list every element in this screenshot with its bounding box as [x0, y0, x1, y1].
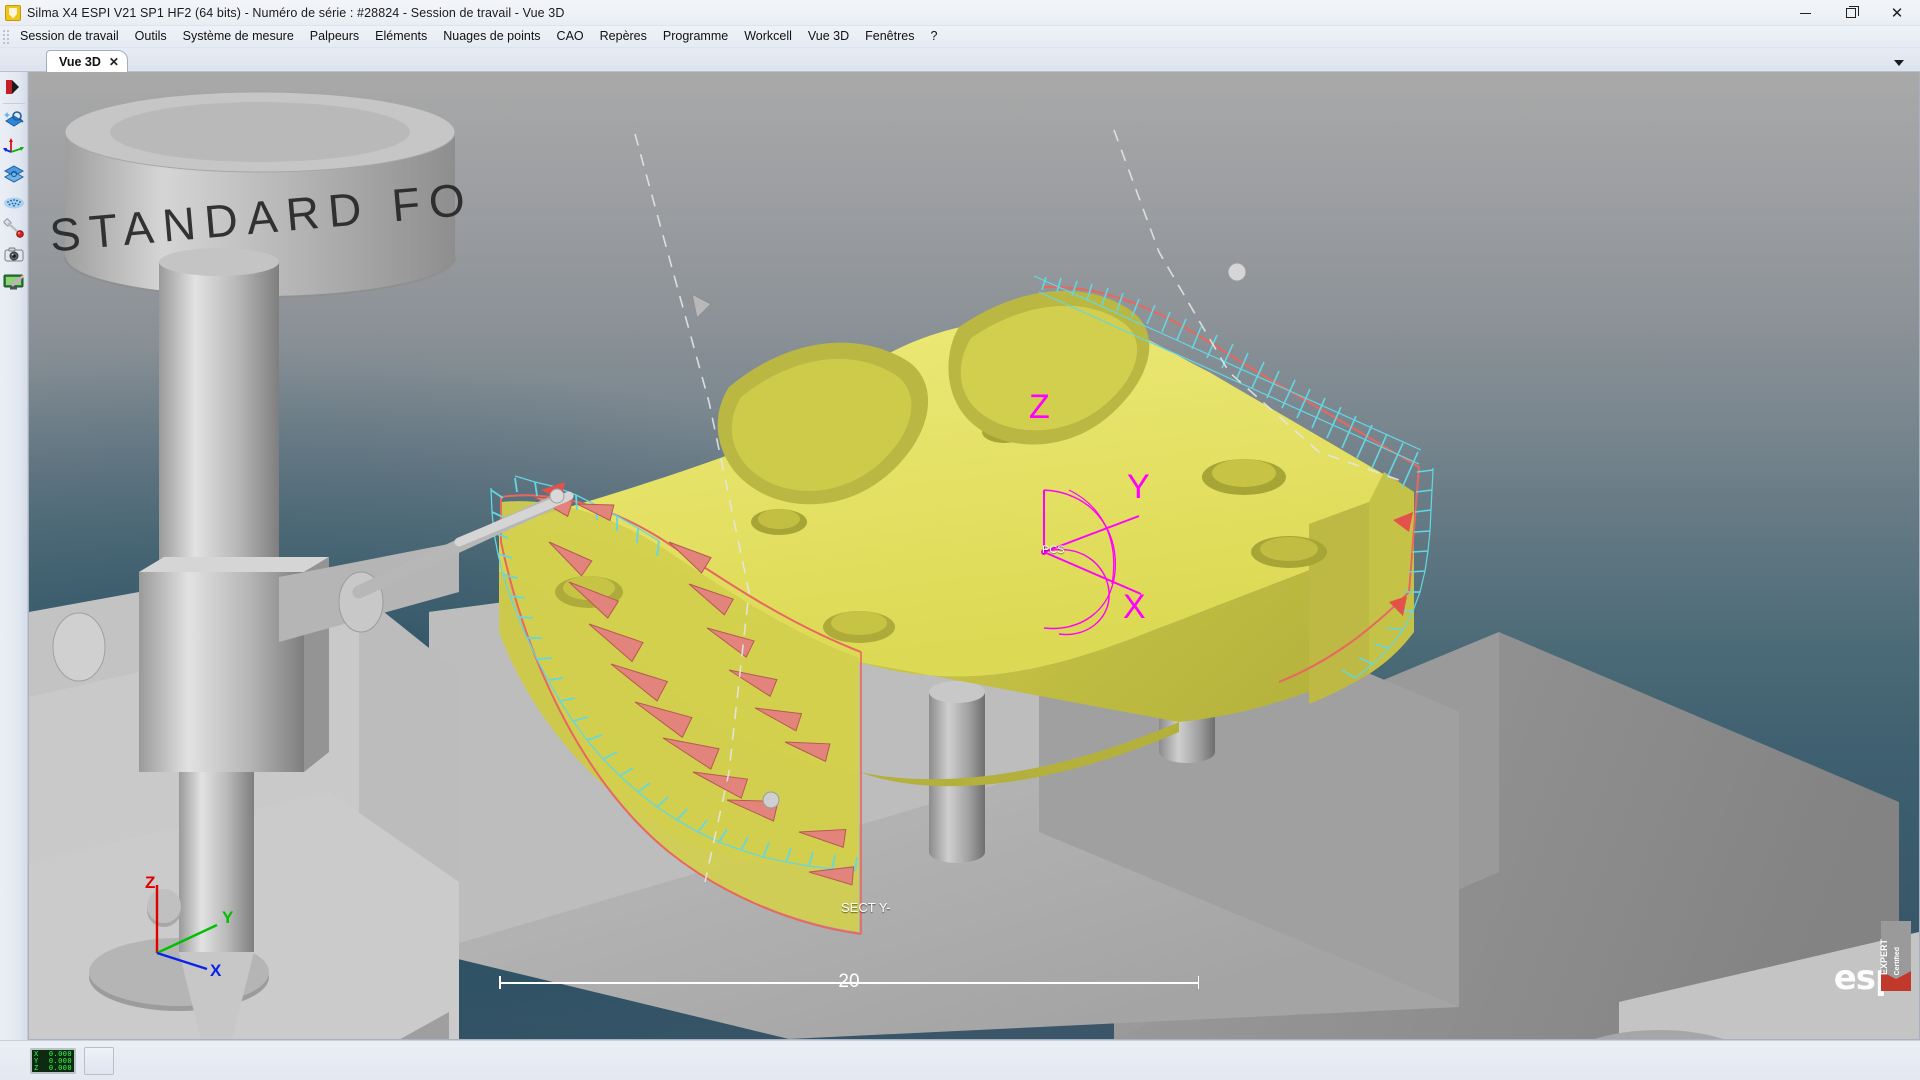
- probe-button[interactable]: [1, 215, 27, 241]
- menu-bar: Session de travail Outils Système de mes…: [0, 26, 1920, 48]
- menu-drag-grip[interactable]: [2, 28, 10, 45]
- minimize-icon: [1799, 12, 1811, 14]
- scale-bar: 20: [499, 971, 1199, 993]
- menu-fenetres[interactable]: Fenêtres: [857, 27, 922, 47]
- screen-capture-icon: [3, 274, 24, 290]
- toolbar-separator: [2, 103, 25, 104]
- magic-select-button[interactable]: [1, 107, 27, 133]
- maximize-button[interactable]: [1828, 0, 1874, 26]
- menu-vue-3d[interactable]: Vue 3D: [800, 27, 857, 47]
- cad-solid-icon: [3, 165, 24, 183]
- axis-label-y-big: Y: [1127, 468, 1150, 506]
- menu-systeme-de-mesure[interactable]: Système de mesure: [175, 27, 302, 47]
- menu-elements[interactable]: Eléments: [367, 27, 435, 47]
- tab-close-icon[interactable]: ✕: [109, 56, 119, 68]
- menu-outils[interactable]: Outils: [127, 27, 175, 47]
- menu-palpeurs[interactable]: Palpeurs: [302, 27, 367, 47]
- app-icon: [5, 4, 21, 21]
- minimize-button[interactable]: [1782, 0, 1828, 26]
- dro-row-z: Z 0.000: [34, 1063, 72, 1072]
- menu-session-de-travail[interactable]: Session de travail: [12, 27, 127, 47]
- espi-watermark: espi EXPERT Certified: [1789, 921, 1911, 995]
- scale-bar-value: 20: [838, 971, 860, 992]
- menu-programme[interactable]: Programme: [655, 27, 736, 47]
- camera-icon: [4, 247, 23, 262]
- maximize-icon: [1846, 6, 1859, 18]
- window-title: Silma X4 ESPI V21 SP1 HF2 (64 bits) - Nu…: [27, 5, 565, 20]
- axis-triad-button[interactable]: [1, 134, 27, 160]
- axis-label-z-big: Z: [1029, 388, 1050, 426]
- scale-bar-tick-left: [499, 976, 501, 989]
- screen-capture-button[interactable]: [1, 269, 27, 295]
- ribbon-line-1: EXPERT: [1879, 938, 1889, 975]
- status-bar: X 0.000 Y 0.000 Z 0.000: [0, 1040, 1920, 1080]
- menu-workcell[interactable]: Workcell: [736, 27, 800, 47]
- coordinate-readout: X 0.000 Y 0.000 Z 0.000: [30, 1047, 76, 1074]
- axis-label-y-small: Y: [222, 908, 234, 927]
- viewport-3d[interactable]: Z Y X PCS SECT Y- Z Y X STANDARD FO 20 e…: [28, 72, 1920, 1040]
- scale-bar-tick-right: [1197, 976, 1199, 989]
- panel-toggle-button[interactable]: [1, 74, 27, 100]
- menu-reperes[interactable]: Repères: [592, 27, 655, 47]
- close-button[interactable]: ✕: [1874, 0, 1920, 26]
- pcs-label: PCS: [1042, 544, 1065, 556]
- tab-strip: Vue 3D ✕: [0, 48, 1920, 72]
- tab-vue-3d-label: Vue 3D: [59, 54, 101, 69]
- dro-value-z: 0.000: [48, 1063, 72, 1072]
- point-cloud-icon: [3, 197, 24, 209]
- point-cloud-button[interactable]: [1, 188, 27, 214]
- tab-vue-3d[interactable]: Vue 3D ✕: [46, 50, 128, 72]
- window-controls: ✕: [1782, 0, 1920, 26]
- camera-button[interactable]: [1, 242, 27, 268]
- axis-triad-icon: [2, 138, 24, 153]
- dro-axis-z: Z: [34, 1063, 39, 1072]
- left-toolbar: [0, 72, 28, 1040]
- axis-label-x-big: X: [1123, 588, 1146, 626]
- menu-nuages-de-points[interactable]: Nuages de points: [435, 27, 548, 47]
- menu-cao[interactable]: CAO: [549, 27, 592, 47]
- title-bar: Silma X4 ESPI V21 SP1 HF2 (64 bits) - Nu…: [0, 0, 1920, 26]
- view-orientation-triad: [155, 885, 218, 971]
- ribbon-line-2: Certified: [1894, 946, 1901, 975]
- panel-toggle-icon: [5, 80, 19, 94]
- close-icon: ✕: [1890, 3, 1904, 22]
- body-area: Z Y X PCS SECT Y- Z Y X STANDARD FO 20 e…: [0, 72, 1920, 1040]
- magic-select-icon: [3, 111, 24, 127]
- status-secondary-button[interactable]: [84, 1046, 114, 1075]
- axis-label-z-small: Z: [145, 873, 156, 892]
- chevron-down-icon[interactable]: [1894, 60, 1904, 66]
- cad-solid-button[interactable]: [1, 161, 27, 187]
- axis-label-x-small: X: [210, 961, 222, 980]
- menu-help[interactable]: ?: [922, 27, 945, 47]
- section-label: SECT Y-: [841, 900, 891, 915]
- probe-icon: [3, 218, 24, 238]
